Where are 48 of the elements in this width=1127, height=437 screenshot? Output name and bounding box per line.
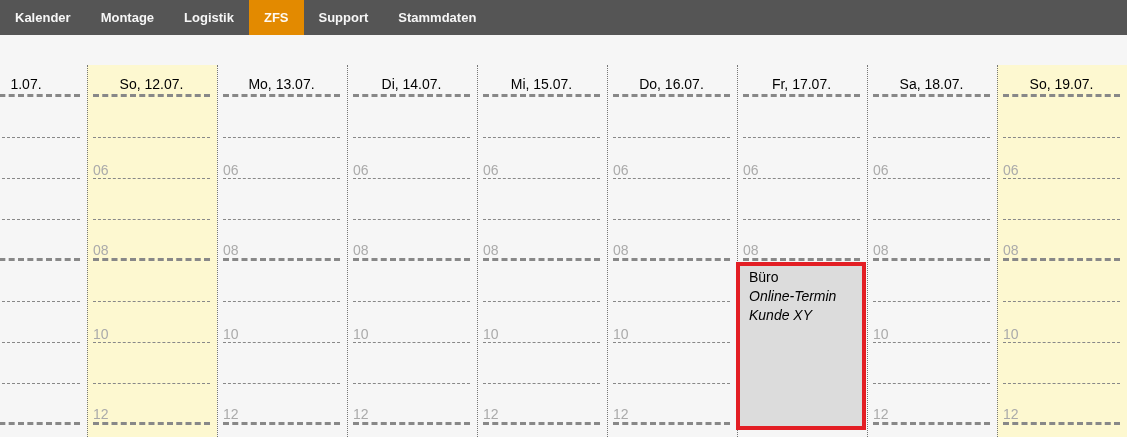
event-title: Büro	[749, 268, 779, 287]
nav-tab[interactable]: Stammdaten	[383, 0, 492, 35]
hour-label: 10	[1003, 326, 1019, 342]
day-header: Mi, 15.07.	[510, 75, 573, 94]
day-header: Mo, 13.07.	[248, 75, 315, 94]
hour-label: 06	[353, 162, 369, 178]
hour-label: 06	[613, 162, 629, 178]
hour-label: 06	[483, 162, 499, 178]
hour-label: 06	[873, 162, 889, 178]
nav-tab[interactable]: Montage	[85, 0, 170, 35]
day-header: Fr, 17.07.	[771, 75, 832, 94]
hour-label: 08	[1003, 242, 1019, 258]
hour-label: 08	[93, 242, 109, 258]
hour-label: 06	[743, 162, 759, 178]
day-header: So, 19.07.	[1029, 75, 1094, 94]
hour-label: 08	[743, 242, 759, 258]
event-detail: Online-Termin	[749, 287, 837, 306]
hour-label: 10	[223, 326, 239, 342]
hour-label: 06	[93, 162, 109, 178]
hour-label: 08	[353, 242, 369, 258]
calendar-event[interactable]: Büro Online-Termin Kunde XY	[736, 262, 866, 430]
hour-label: 12	[1003, 406, 1019, 422]
hour-label: 10	[353, 326, 369, 342]
hour-label: 12	[613, 406, 629, 422]
hour-label: 10	[93, 326, 109, 342]
day-header: Sa, 18.07.	[899, 75, 964, 94]
day-header: 1.07.	[9, 75, 42, 94]
hour-label: 12	[93, 406, 109, 422]
hour-label: 06	[1003, 162, 1019, 178]
event-detail: Kunde XY	[749, 306, 813, 325]
nav-tab[interactable]: Logistik	[169, 0, 249, 35]
hour-label: 12	[483, 406, 499, 422]
hour-label: 10	[483, 326, 499, 342]
hour-label: 12	[353, 406, 369, 422]
day-header: Di, 14.07.	[381, 75, 442, 94]
hour-label: 12	[873, 406, 889, 422]
hour-label: 06	[223, 162, 239, 178]
hour-label: 08	[483, 242, 499, 258]
nav-tab[interactable]: Kalender	[0, 0, 86, 35]
hour-label: 12	[223, 406, 239, 422]
hour-label: 08	[223, 242, 239, 258]
nav-tab[interactable]: Support	[303, 0, 384, 35]
hour-label: 08	[613, 242, 629, 258]
hour-label: 10	[613, 326, 629, 342]
day-header: So, 12.07.	[119, 75, 184, 94]
hour-label: 08	[873, 242, 889, 258]
day-header: Do, 16.07.	[639, 75, 704, 94]
hour-label: 10	[873, 326, 889, 342]
